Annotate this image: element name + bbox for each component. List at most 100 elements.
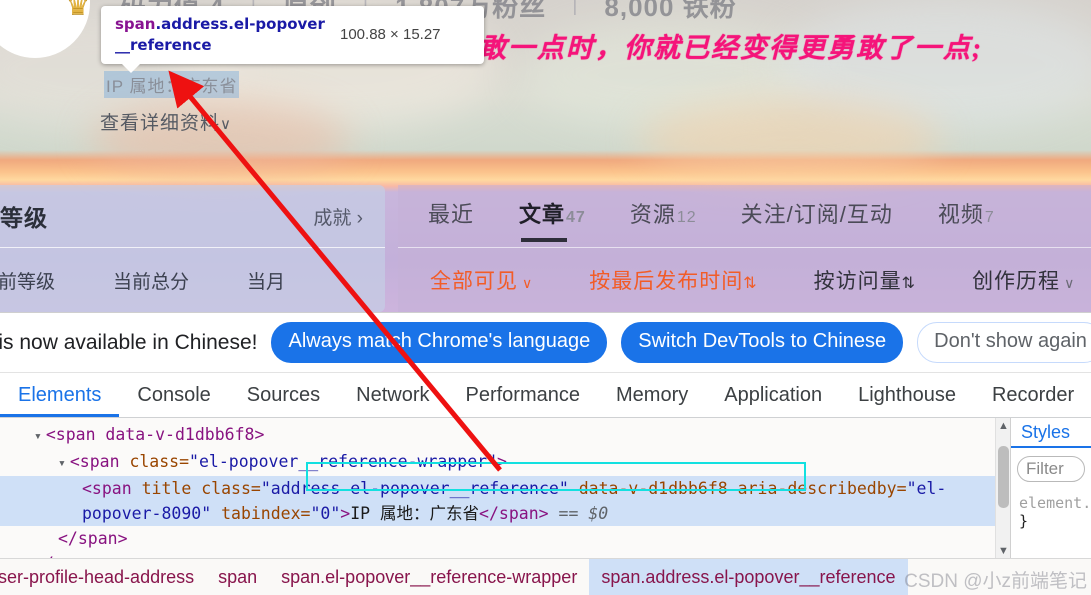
chevron-right-icon: › (356, 207, 363, 229)
tab-count: 47 (566, 209, 586, 226)
dom-gt: > (340, 504, 351, 523)
disclosure-triangle-icon[interactable]: ▾ (58, 456, 66, 471)
content-panel: 最近 文章47 资源12 关注/订阅/互动 视频7 全部可见 ∨ 按最后发布时间⇅… (398, 185, 1091, 312)
dom-attr-datav: data-v-d1dbb6f8 (568, 479, 738, 498)
styles-tab[interactable]: Styles (1011, 418, 1091, 448)
always-match-language-button[interactable]: Always match Chrome's language (271, 322, 608, 363)
filter-sort-views[interactable]: 按访问量⇅ (814, 265, 916, 295)
stat-label: 当月 (247, 271, 286, 293)
headline-separator: | (572, 0, 579, 16)
breadcrumb-item[interactable]: span (206, 567, 269, 588)
dom-tag: <span (82, 479, 142, 498)
dom-tag-close: > (497, 452, 507, 471)
stat-label: 前等级 (0, 271, 56, 293)
level-card: 等级 成就 › 前等级 当前总分 当月 (0, 185, 385, 312)
level-card-header: 等级 成就 › (0, 185, 385, 248)
tab-resources[interactable]: 资源12 (630, 197, 697, 235)
switch-devtools-chinese-button[interactable]: Switch DevTools to Chinese (621, 322, 904, 363)
filter-label: 按访问量 (813, 269, 902, 293)
dom-tag: <span (69, 452, 130, 471)
tab-label: 关注/订阅/互动 (740, 202, 893, 227)
dom-selected-ref: == $0 (558, 504, 609, 523)
styles-filter-input[interactable]: Filter (1017, 456, 1085, 482)
filter-label: 全部可见 (430, 269, 518, 293)
profile-motto: 勇敢一点时，你就已经变得更勇敢了一点; (450, 33, 983, 63)
tab-follow-subscribe-interact[interactable]: 关注/订阅/互动 (741, 197, 894, 235)
styles-rule-element-style[interactable]: element.style } (1011, 490, 1091, 530)
inspector-tooltip: span.address.el-popover__reference 100.8… (101, 6, 484, 73)
achievements-link[interactable]: 成就 › (313, 203, 363, 230)
inspector-tooltip-tag: span (115, 15, 156, 33)
dom-attr-class: class= (201, 479, 261, 498)
dom-breadcrumb: ser-profile-head-address span span.el-po… (0, 558, 1091, 595)
devtools-tab-console[interactable]: Console (119, 373, 228, 417)
crown-icon: ♛ (65, 0, 91, 20)
dont-show-again-button[interactable]: Don't show again (917, 322, 1091, 363)
dom-tree-scrollbar[interactable]: ▲ ▼ (995, 418, 1010, 559)
breadcrumb-item[interactable]: ser-profile-head-address (0, 567, 206, 588)
filter-visibility[interactable]: 全部可见 ∨ (430, 265, 533, 295)
dom-attr-value: "el-popover__reference-wrapper" (189, 452, 497, 471)
ip-address-span[interactable]: IP 属地：广东省 (104, 71, 240, 98)
devtools-tab-bar: Elements Console Sources Network Perform… (0, 373, 1091, 418)
tab-recent[interactable]: 最近 (428, 197, 475, 235)
scroll-down-icon[interactable]: ▼ (996, 545, 1011, 557)
dom-attr-value-class: "address el-popover__reference" (260, 479, 569, 498)
styles-rule-selector: element.style (1019, 494, 1091, 512)
dom-line[interactable]: ▾ <span data-v-d1dbb6f8> (0, 422, 995, 449)
dom-line[interactable]: </span> (0, 526, 995, 551)
devtools-tab-recorder[interactable]: Recorder (974, 373, 1091, 417)
headline-stat: 8,000 铁粉 (604, 0, 737, 22)
devtools-tab-sources[interactable]: Sources (229, 373, 338, 417)
devtools-tab-lighthouse[interactable]: Lighthouse (840, 373, 974, 417)
filter-label: 创作历程 (972, 269, 1061, 293)
view-detail-link[interactable]: 查看详细资料∨ (100, 108, 232, 135)
tab-articles[interactable]: 文章47 (519, 197, 586, 242)
breadcrumb-item[interactable]: span.el-popover__reference-wrapper (269, 567, 589, 588)
devtools-tab-network[interactable]: Network (338, 373, 447, 417)
screenshot-root: 码力值 4 | 原创 | 1,807万粉丝 | 8,000 铁粉 勇敢一点时，你… (0, 0, 1091, 595)
cloud-decoration (640, 100, 940, 180)
devtools-tab-memory[interactable]: Memory (598, 373, 706, 417)
sort-arrows-icon: ⇅ (901, 274, 917, 292)
sort-arrows-icon: ⇅ (743, 274, 758, 292)
content-tab-bar: 最近 文章47 资源12 关注/订阅/互动 视频7 (398, 185, 1091, 248)
tab-videos[interactable]: 视频7 (938, 197, 995, 235)
tab-count: 7 (984, 209, 995, 226)
devtools-tab-elements[interactable]: Elements (0, 373, 119, 417)
devtools-language-banner: s is now available in Chinese! Always ma… (0, 313, 1091, 373)
tab-label: 视频 (937, 202, 984, 227)
dom-line-text: <span data-v-d1dbb6f8> (45, 425, 265, 444)
level-card-title: 等级 (0, 205, 48, 231)
dom-attr: class= (129, 452, 190, 471)
scrollbar-thumb[interactable] (998, 446, 1009, 508)
content-filter-bar: 全部可见 ∨ 按最后发布时间⇅ 按访问量⇅ 创作历程 ∨ (398, 248, 1091, 311)
dom-attr-value-tabindex: "0" (310, 504, 341, 523)
scroll-up-icon[interactable]: ▲ (996, 420, 1011, 432)
level-card-stats: 前等级 当前总分 当月 (0, 248, 385, 312)
tab-label: 文章 (519, 202, 566, 227)
devtools-tab-performance[interactable]: Performance (448, 373, 599, 417)
devtools-panel: s is now available in Chinese! Always ma… (0, 312, 1091, 595)
dom-tree[interactable]: ▾ <span data-v-d1dbb6f8> ▾ <span class="el… (0, 418, 995, 559)
dom-line-selected[interactable]: <span title class="address el-popover__r… (0, 476, 995, 526)
language-banner-message: s is now available in Chinese! (0, 330, 258, 354)
dom-close-tag: </span> (58, 529, 128, 548)
inspector-tooltip-dimensions: 100.88 × 15.27 (340, 26, 441, 43)
styles-rule-close-brace: } (1019, 512, 1029, 530)
tab-label: 最近 (428, 202, 475, 227)
chevron-down-icon: ∨ (220, 116, 232, 133)
filter-label: 按最后发布时间 (589, 269, 744, 293)
filter-sort-publish-time[interactable]: 按最后发布时间⇅ (589, 265, 757, 295)
dom-close-tag: </span> (479, 504, 549, 523)
breadcrumb-item-selected[interactable]: span.address.el-popover__reference (589, 559, 908, 595)
disclosure-triangle-icon[interactable]: ▾ (34, 429, 42, 444)
achievements-label: 成就 (313, 207, 352, 229)
stat-label: 当前总分 (113, 271, 190, 293)
view-detail-label: 查看详细资料 (100, 113, 221, 134)
devtools-tab-application[interactable]: Application (706, 373, 840, 417)
filter-creation-history[interactable]: 创作历程 ∨ (972, 265, 1075, 295)
dom-line[interactable]: ▾ <span class="el-popover__reference-wrap… (0, 449, 995, 476)
tab-label: 资源 (629, 202, 676, 227)
chevron-down-icon: ∨ (1064, 274, 1076, 291)
